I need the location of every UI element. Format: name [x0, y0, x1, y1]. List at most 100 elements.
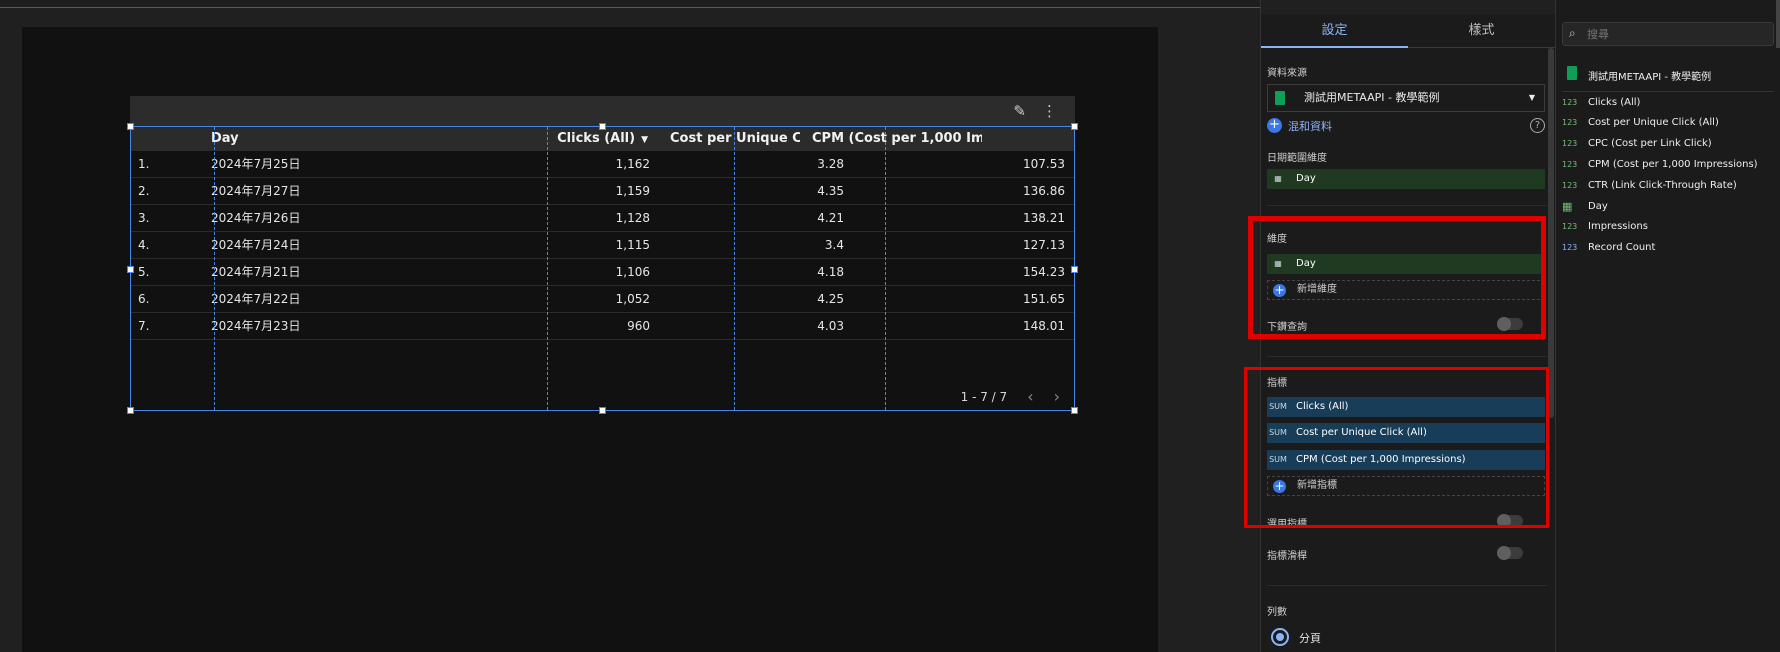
- tab-style[interactable]: 樣式: [1408, 14, 1555, 48]
- row-index: 2.: [138, 184, 150, 198]
- calendar-icon: ▦: [1562, 200, 1573, 213]
- canvas-top-border: [0, 0, 1260, 8]
- field-source-name: 測試用METAAPI - 教學範例: [1588, 72, 1712, 83]
- cell-cost-per-unique-click: 4.25: [817, 292, 844, 306]
- cell-cpm: 138.21: [1023, 211, 1065, 225]
- resize-handle[interactable]: [1071, 123, 1078, 130]
- field-label: CPM (Cost per 1,000 Impressions): [1588, 159, 1758, 170]
- table-row: 4. 2024年7月24日 1,115 3.4 127.13: [131, 232, 1074, 259]
- datasource-name: 測試用METAAPI - 教學範例: [1304, 91, 1440, 104]
- fields-scrollbar[interactable]: [1776, 0, 1780, 48]
- divider: [1267, 585, 1547, 586]
- row-index: 1.: [138, 157, 150, 171]
- number-type-icon: 123: [1562, 118, 1578, 127]
- cell-cost-per-unique-click: 4.21: [817, 211, 844, 225]
- field-item[interactable]: 123 Cost per Unique Click (All): [1562, 113, 1774, 133]
- field-label: Record Count: [1588, 242, 1656, 253]
- column-guide: [547, 127, 548, 410]
- radio-dot: [1276, 633, 1284, 641]
- number-type-icon: 123: [1562, 243, 1578, 252]
- data-table[interactable]: Day Clicks (All)▼ Cost per Unique Clic..…: [130, 126, 1075, 411]
- field-item[interactable]: 123 Impressions: [1562, 217, 1774, 237]
- row-index: 3.: [138, 211, 150, 225]
- cell-clicks: 1,052: [615, 292, 650, 306]
- number-type-icon: 123: [1562, 222, 1578, 231]
- number-type-icon: 123: [1562, 139, 1578, 148]
- cell-day: 2024年7月25日: [211, 157, 301, 171]
- field-label: Impressions: [1588, 221, 1648, 232]
- chevron-down-icon: ▼: [1528, 93, 1535, 102]
- field-label: Day: [1588, 201, 1608, 212]
- number-type-icon: 123: [1562, 181, 1578, 190]
- resize-handle[interactable]: [127, 407, 134, 414]
- highlight-box-metrics: [1244, 367, 1549, 528]
- field-item[interactable]: ▦ Day: [1562, 197, 1774, 217]
- cell-clicks: 1,115: [615, 238, 650, 252]
- table-row: 3. 2024年7月26日 1,128 4.21 138.21: [131, 205, 1074, 232]
- resize-handle[interactable]: [599, 407, 606, 414]
- field-label: CPC (Cost per Link Click): [1588, 138, 1712, 149]
- date-range-title: 日期範圍維度: [1267, 153, 1327, 164]
- more-vert-icon[interactable]: ⋮: [1042, 102, 1057, 120]
- cell-cpm: 127.13: [1023, 238, 1065, 252]
- help-icon[interactable]: ?: [1530, 118, 1545, 133]
- pagination-radio[interactable]: [1271, 628, 1289, 646]
- field-item[interactable]: 123 Record Count: [1562, 238, 1774, 258]
- table-chart[interactable]: ✎ ⋮ Day Clicks (All)▼ Cost per Unique Cl…: [127, 96, 1078, 414]
- cell-day: 2024年7月27日: [211, 184, 301, 198]
- divider: [1267, 205, 1547, 206]
- table-row: 5. 2024年7月21日 1,106 4.18 154.23: [131, 259, 1074, 286]
- table-row: 1. 2024年7月25日 1,162 3.28 107.53: [131, 151, 1074, 178]
- cell-clicks: 1,106: [615, 265, 650, 279]
- col-header-cost-per-unique-click[interactable]: Cost per Unique Clic...: [670, 127, 800, 151]
- cell-clicks: 1,128: [615, 211, 650, 225]
- cell-day: 2024年7月21日: [211, 265, 301, 279]
- cell-cost-per-unique-click: 4.18: [817, 265, 844, 279]
- cell-cpm: 107.53: [1023, 157, 1065, 171]
- cell-cpm: 154.23: [1023, 265, 1065, 279]
- number-type-icon: 123: [1562, 98, 1578, 107]
- resize-handle[interactable]: [1071, 266, 1078, 273]
- table-header: Day Clicks (All)▼ Cost per Unique Clic..…: [131, 127, 1074, 151]
- search-icon: ⌕: [1569, 26, 1576, 40]
- panel-tabs: 設定 樣式: [1261, 14, 1556, 48]
- table-row: 6. 2024年7月22日 1,052 4.25 151.65: [131, 286, 1074, 313]
- cell-clicks: 1,159: [615, 184, 650, 198]
- search-input[interactable]: [1587, 25, 1767, 43]
- cell-day: 2024年7月22日: [211, 292, 301, 306]
- cell-day: 2024年7月23日: [211, 319, 301, 333]
- field-label: Cost per Unique Click (All): [1588, 117, 1719, 128]
- field-item[interactable]: 123 CPM (Cost per 1,000 Impressions): [1562, 155, 1774, 175]
- cell-cost-per-unique-click: 4.35: [817, 184, 844, 198]
- field-item[interactable]: 123 CTR (Link Click-Through Rate): [1562, 176, 1774, 196]
- chart-header-bar: ✎ ⋮: [130, 96, 1075, 126]
- table-row: 2. 2024年7月27日 1,159 4.35 136.86: [131, 178, 1074, 205]
- resize-handle[interactable]: [127, 123, 134, 130]
- cell-clicks: 1,162: [615, 157, 650, 171]
- blend-data-link[interactable]: + 混和資料 ?: [1267, 117, 1547, 135]
- resize-handle[interactable]: [599, 123, 606, 130]
- metric-slider-toggle[interactable]: [1497, 546, 1523, 560]
- google-sheets-icon: [1567, 66, 1577, 80]
- datasource-select[interactable]: 測試用METAAPI - 教學範例 ▼: [1267, 84, 1545, 112]
- cell-cost-per-unique-click: 4.03: [817, 319, 844, 333]
- panel-scrollbar[interactable]: [1548, 48, 1554, 418]
- field-search[interactable]: ⌕: [1562, 22, 1774, 46]
- col-header-day[interactable]: Day: [211, 127, 491, 151]
- cell-cpm: 136.86: [1023, 184, 1065, 198]
- prev-page-icon[interactable]: ‹: [1027, 387, 1033, 406]
- cell-clicks: 960: [627, 319, 650, 333]
- col-header-clicks[interactable]: Clicks (All) ▼: [506, 127, 648, 151]
- properties-panel: 設定 樣式 資料來源 測試用METAAPI - 教學範例 ▼ + 混和資料 ? …: [1244, 0, 1556, 652]
- col-header-cpm[interactable]: CPM (Cost per 1,000 Impre...: [812, 127, 982, 151]
- column-guide: [214, 127, 215, 410]
- edit-pencil-icon[interactable]: ✎: [1013, 102, 1026, 120]
- tab-setup[interactable]: 設定: [1261, 14, 1408, 48]
- datasource-title: 資料來源: [1267, 68, 1307, 79]
- date-range-dimension-chip[interactable]: ▦ Day: [1267, 169, 1545, 189]
- resize-handle[interactable]: [127, 266, 134, 273]
- next-page-icon[interactable]: ›: [1054, 387, 1060, 406]
- field-item[interactable]: 123 CPC (Cost per Link Click): [1562, 134, 1774, 154]
- resize-handle[interactable]: [1071, 407, 1078, 414]
- field-item[interactable]: 123 Clicks (All): [1562, 93, 1774, 113]
